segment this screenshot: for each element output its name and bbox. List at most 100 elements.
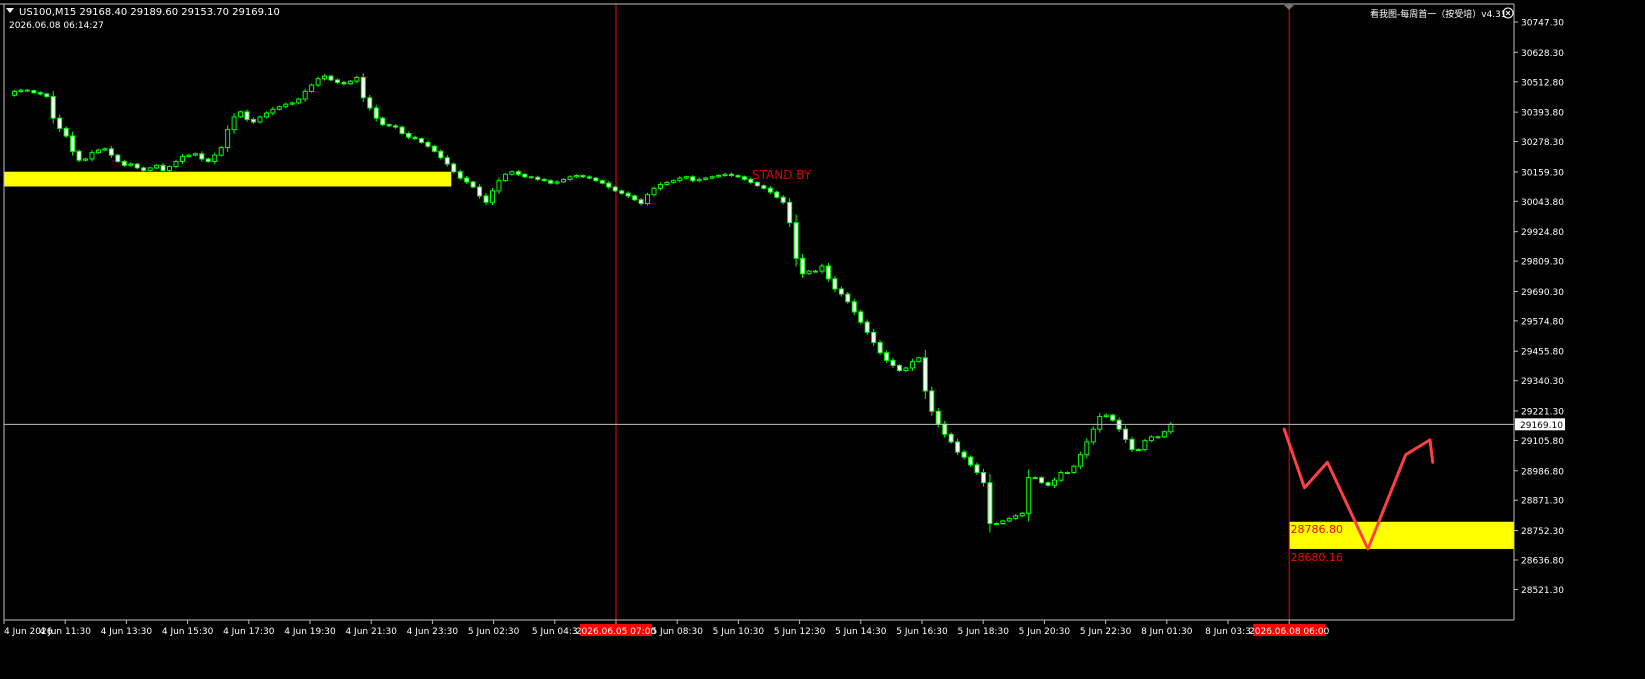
x-tick-label: 8 Jun 01:30 xyxy=(1141,627,1193,637)
candle-body xyxy=(942,423,948,435)
candle-body xyxy=(444,157,450,165)
zone-2-upper-label: 28786.80 xyxy=(1291,523,1344,536)
candle-body xyxy=(632,195,638,201)
candle-body xyxy=(548,180,554,184)
candle-body xyxy=(386,124,392,127)
candle-body xyxy=(515,171,521,175)
zone-1 xyxy=(4,171,452,187)
candle-body xyxy=(1039,477,1045,484)
candle-body xyxy=(289,102,295,105)
candle-body xyxy=(987,482,993,525)
candle-body xyxy=(425,141,431,147)
price-tag-label: 29169.10 xyxy=(1520,421,1563,431)
candle-body xyxy=(1045,482,1051,486)
price-chart[interactable]: 28786.80 28680.16 US100,M15 29168.40 2918… xyxy=(0,0,1645,675)
candle-body xyxy=(11,90,17,96)
candle-body xyxy=(1136,449,1141,452)
candle-body xyxy=(619,190,625,194)
candle-body xyxy=(1142,440,1148,451)
x-tick-label: 4 Jun 11:30 xyxy=(39,627,91,637)
candle-body xyxy=(192,153,198,156)
y-tick-label: 29340.30 xyxy=(1521,377,1564,387)
candle-body xyxy=(955,441,961,453)
candle-body xyxy=(1155,436,1161,439)
candle-body xyxy=(625,192,631,197)
candle-body xyxy=(535,176,541,180)
candle-body xyxy=(399,126,405,134)
symbol-line: US100,M15 29168.40 29189.60 29153.70 291… xyxy=(19,7,280,18)
candle-body xyxy=(477,186,483,197)
x-tick-label: 5 Jun 22:30 xyxy=(1080,627,1132,637)
candle-body xyxy=(787,201,793,224)
x-tick-label: 5 Jun 02:30 xyxy=(468,627,520,637)
candle-body xyxy=(257,116,263,123)
candle-body xyxy=(95,149,101,154)
y-tick-label: 28636.80 xyxy=(1521,557,1564,567)
candlestick-chart[interactable]: 28786.80 28680.16 US100,M15 29168.40 2918… xyxy=(0,0,1645,675)
candle-body xyxy=(696,178,702,182)
candle-body xyxy=(741,176,747,180)
candle-body xyxy=(722,173,728,177)
candle-body xyxy=(412,136,418,140)
candle-body xyxy=(212,154,218,163)
candle-body xyxy=(302,90,308,100)
x-tick-label: 5 Jun 04:3 xyxy=(532,627,578,637)
candle-body xyxy=(496,180,502,192)
candle-body xyxy=(451,163,457,173)
candle-body xyxy=(916,357,922,363)
candle-body xyxy=(263,112,269,118)
candle-body xyxy=(606,182,612,188)
candle-body xyxy=(31,90,37,94)
candle-body xyxy=(612,186,618,192)
candle-body xyxy=(141,167,147,171)
candle-body xyxy=(677,177,683,182)
candle-body xyxy=(754,181,760,187)
candle-body xyxy=(1129,438,1135,451)
candle-body xyxy=(438,150,444,159)
candle-body xyxy=(948,433,954,443)
candle-body xyxy=(858,311,864,323)
candle-body xyxy=(761,185,767,189)
candle-body xyxy=(509,171,515,175)
candle-body xyxy=(244,111,250,120)
candle-body xyxy=(877,342,883,354)
candle-body xyxy=(909,361,915,369)
x-tick-label: 4 Jun 23:30 xyxy=(407,627,459,637)
candle-body xyxy=(380,117,386,126)
x-tick-label: 8 Jun 03:3 xyxy=(1205,627,1251,637)
candle-body xyxy=(218,146,224,156)
candle-body xyxy=(83,158,89,161)
candle-body xyxy=(935,410,941,425)
candle-body xyxy=(18,89,24,92)
candle-body xyxy=(580,175,586,178)
candle-body xyxy=(1013,515,1019,519)
candle-body xyxy=(431,145,437,152)
candle-body xyxy=(1161,431,1167,438)
candle-body xyxy=(225,129,231,148)
x-tick-label: 5 Jun 18:30 xyxy=(957,627,1009,637)
candle-body xyxy=(483,195,489,203)
candle-body xyxy=(179,155,185,163)
candle-body xyxy=(231,116,237,131)
candle-body xyxy=(664,181,670,185)
candle-body xyxy=(1090,428,1096,443)
candle-body xyxy=(406,132,412,138)
candle-body xyxy=(709,176,715,179)
candle-body xyxy=(418,138,424,143)
candle-body xyxy=(780,196,786,203)
candle-body xyxy=(903,367,909,372)
candle-body xyxy=(1071,465,1077,474)
candle-body xyxy=(1148,436,1154,442)
candle-body xyxy=(341,81,347,85)
candle-body xyxy=(76,150,82,161)
candle-body xyxy=(1006,517,1012,522)
server-datetime: 2026.06.08 06:14:27 xyxy=(9,21,104,31)
candle-body xyxy=(186,154,192,157)
candle-body xyxy=(238,111,244,118)
candle-body xyxy=(800,257,806,275)
candle-body xyxy=(199,153,205,160)
y-tick-label: 28521.30 xyxy=(1521,586,1564,596)
candle-body xyxy=(1110,414,1116,421)
candle-body xyxy=(393,125,399,128)
candle-body xyxy=(1077,454,1083,467)
